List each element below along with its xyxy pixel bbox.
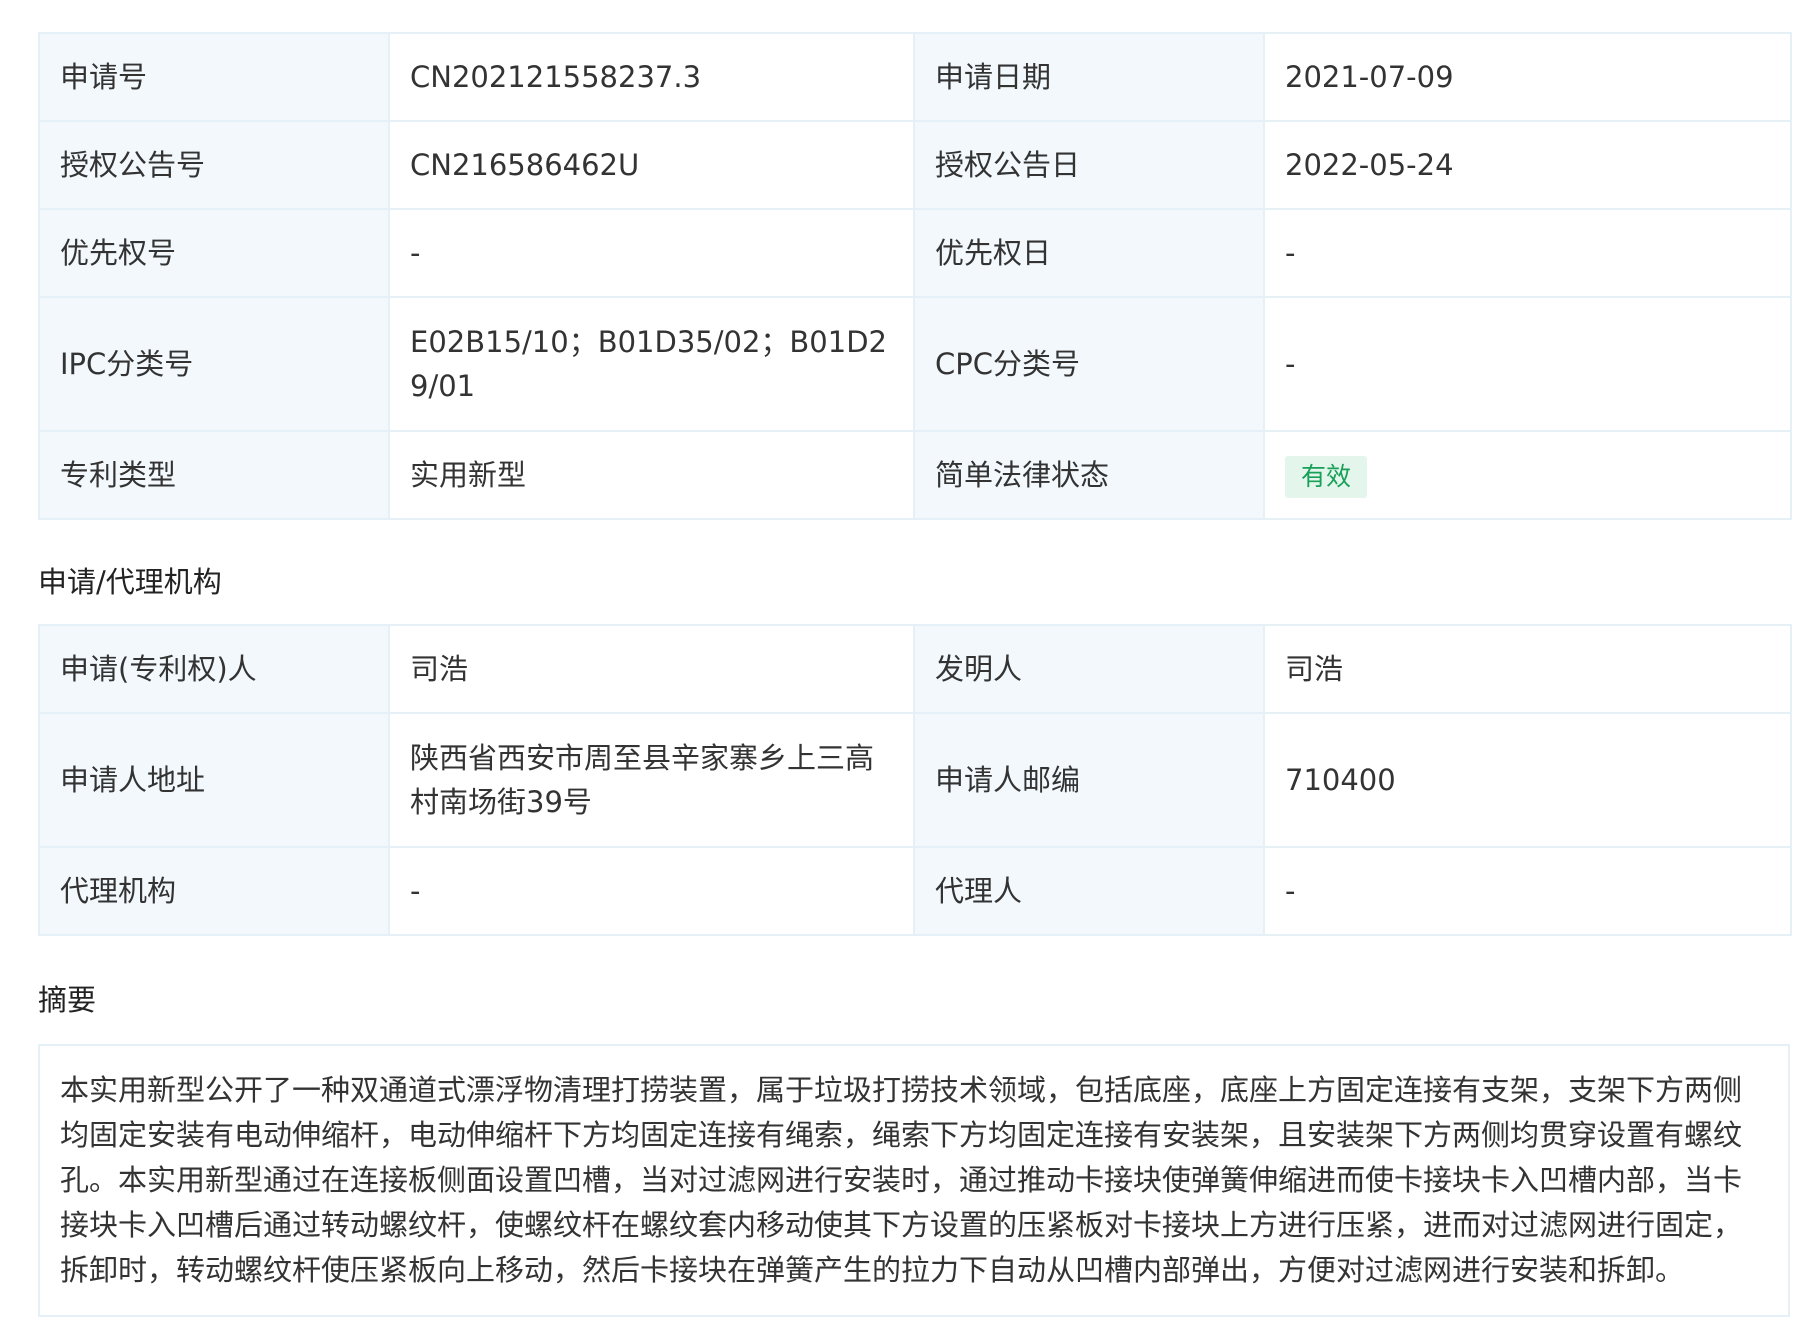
priority-date-label: 优先权日: [913, 208, 1265, 298]
table-row: 代理机构 - 代理人 -: [38, 846, 1792, 936]
priority-number-value: -: [388, 208, 915, 298]
application-date-label: 申请日期: [913, 32, 1265, 122]
grant-number-label: 授权公告号: [38, 120, 390, 210]
legal-status-cell: 有效: [1263, 430, 1792, 520]
application-date-value: 2021-07-09: [1263, 32, 1792, 122]
cpc-class-label: CPC分类号: [913, 296, 1265, 432]
agent-value: -: [1263, 846, 1792, 936]
table-row: 申请人地址 陕西省西安市周至县辛家寨乡上三高村南场街39号 申请人邮编 7104…: [38, 712, 1792, 848]
applicant-postcode-label: 申请人邮编: [913, 712, 1265, 848]
ipc-class-value: E02B15/10；B01D35/02；B01D29/01: [388, 296, 915, 432]
applicant-postcode-value: 710400: [1263, 712, 1792, 848]
patent-detail-page: 申请号 CN202121558237.3 申请日期 2021-07-09 授权公…: [38, 32, 1792, 1317]
legal-status-label: 简单法律状态: [913, 430, 1265, 520]
applicant-value: 司浩: [388, 624, 915, 714]
grant-number-value: CN216586462U: [388, 120, 915, 210]
application-number-label: 申请号: [38, 32, 390, 122]
inventor-label: 发明人: [913, 624, 1265, 714]
agency-value: -: [388, 846, 915, 936]
priority-number-label: 优先权号: [38, 208, 390, 298]
abstract-section-title: 摘要: [38, 983, 97, 1017]
applicant-address-label: 申请人地址: [38, 712, 390, 848]
table-row: 申请号 CN202121558237.3 申请日期 2021-07-09: [38, 32, 1792, 122]
grant-date-value: 2022-05-24: [1263, 120, 1792, 210]
agency-label: 代理机构: [38, 846, 390, 936]
patent-type-label: 专利类型: [38, 430, 390, 520]
agency-info-table: 申请(专利权)人 司浩 发明人 司浩 申请人地址 陕西省西安市周至县辛家寨乡上三…: [38, 624, 1792, 936]
priority-date-value: -: [1263, 208, 1792, 298]
ipc-class-label: IPC分类号: [38, 296, 390, 432]
applicant-label: 申请(专利权)人: [38, 624, 390, 714]
application-number-value: CN202121558237.3: [388, 32, 915, 122]
table-row: 授权公告号 CN216586462U 授权公告日 2022-05-24: [38, 120, 1792, 210]
cpc-class-value: -: [1263, 296, 1792, 432]
patent-info-table: 申请号 CN202121558237.3 申请日期 2021-07-09 授权公…: [38, 32, 1792, 520]
agent-label: 代理人: [913, 846, 1265, 936]
status-badge: 有效: [1285, 455, 1368, 498]
table-row: IPC分类号 E02B15/10；B01D35/02；B01D29/01 CPC…: [38, 296, 1792, 432]
agency-section-title: 申请/代理机构: [38, 565, 222, 599]
table-row: 优先权号 - 优先权日 -: [38, 208, 1792, 298]
inventor-value: 司浩: [1263, 624, 1792, 714]
patent-type-value: 实用新型: [388, 430, 915, 520]
applicant-address-value: 陕西省西安市周至县辛家寨乡上三高村南场街39号: [388, 712, 915, 848]
table-row: 申请(专利权)人 司浩 发明人 司浩: [38, 624, 1792, 714]
abstract-text: 本实用新型公开了一种双通道式漂浮物清理打捞装置，属于垃圾打捞技术领域，包括底座，…: [38, 1044, 1790, 1317]
grant-date-label: 授权公告日: [913, 120, 1265, 210]
table-row: 专利类型 实用新型 简单法律状态 有效: [38, 430, 1792, 520]
